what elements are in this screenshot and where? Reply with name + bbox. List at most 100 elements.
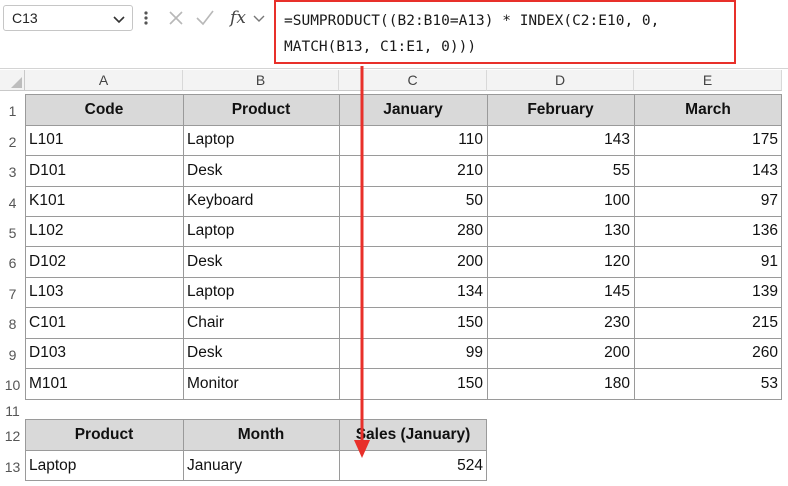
row-header-10[interactable]: 10 bbox=[0, 368, 25, 399]
table-cell[interactable]: Chair bbox=[183, 307, 339, 338]
table-cell[interactable]: Keyboard bbox=[183, 186, 339, 216]
column-header-d[interactable]: D bbox=[487, 70, 634, 91]
select-all-corner[interactable] bbox=[0, 70, 25, 91]
table-cell[interactable]: 524 bbox=[339, 450, 487, 481]
table-cell[interactable]: 280 bbox=[339, 216, 487, 246]
column-header-b[interactable]: B bbox=[183, 70, 339, 91]
row-header-1[interactable]: 1 bbox=[0, 91, 25, 125]
table-cell[interactable]: L101 bbox=[25, 125, 183, 155]
table-cell[interactable]: 210 bbox=[339, 155, 487, 186]
table-cell[interactable]: 53 bbox=[634, 368, 782, 399]
table-cell[interactable]: 180 bbox=[487, 368, 634, 399]
table-cell[interactable]: 110 bbox=[339, 125, 487, 155]
table-cell[interactable]: 134 bbox=[339, 277, 487, 307]
table-cell[interactable]: Desk bbox=[183, 338, 339, 368]
column-header-e[interactable]: E bbox=[634, 70, 782, 91]
column-header-a[interactable]: A bbox=[25, 70, 183, 91]
data-table: Code Product January February March L101 Lapto… bbox=[25, 94, 782, 400]
table-cell[interactable]: 91 bbox=[634, 246, 782, 277]
row-header-9[interactable]: 9 bbox=[0, 338, 25, 368]
row-header-3[interactable]: 3 bbox=[0, 155, 25, 186]
formula-buttons: fx bbox=[159, 5, 267, 31]
table-cell[interactable]: 260 bbox=[634, 338, 782, 368]
table-cell[interactable]: 50 bbox=[339, 186, 487, 216]
cancel-icon[interactable] bbox=[167, 9, 185, 27]
table-cell[interactable]: Laptop bbox=[25, 450, 183, 481]
table-cell[interactable]: Desk bbox=[183, 246, 339, 277]
table-cell[interactable]: 150 bbox=[339, 368, 487, 399]
table-cell[interactable]: Laptop bbox=[183, 216, 339, 246]
table-cell[interactable]: Laptop bbox=[183, 277, 339, 307]
table-cell[interactable]: Desk bbox=[183, 155, 339, 186]
insert-function-icon[interactable]: fx bbox=[225, 6, 251, 30]
row-header-13[interactable]: 13 bbox=[0, 450, 25, 481]
enter-check-icon[interactable] bbox=[195, 9, 215, 27]
table-cell[interactable]: K101 bbox=[25, 186, 183, 216]
grid-line bbox=[25, 246, 782, 247]
grid-line bbox=[25, 94, 782, 95]
row-header-12[interactable]: 12 bbox=[0, 419, 25, 450]
formula-input[interactable]: =SUMPRODUCT((B2:B10=A13) * INDEX(C2:E10,… bbox=[274, 0, 736, 64]
column-header-c[interactable]: C bbox=[339, 70, 487, 91]
table-cell[interactable]: Monitor bbox=[183, 368, 339, 399]
grid-line bbox=[25, 399, 782, 400]
row-header-8[interactable]: 8 bbox=[0, 307, 25, 338]
row-header-4[interactable]: 4 bbox=[0, 186, 25, 216]
grid-line bbox=[25, 155, 782, 156]
row-header-5[interactable]: 5 bbox=[0, 216, 25, 246]
table-cell[interactable]: 55 bbox=[487, 155, 634, 186]
grid-line bbox=[25, 368, 782, 369]
row-header-6[interactable]: 6 bbox=[0, 246, 25, 277]
table-cell[interactable]: D101 bbox=[25, 155, 183, 186]
table-cell[interactable]: 145 bbox=[487, 277, 634, 307]
name-box[interactable]: C13 bbox=[3, 5, 133, 31]
table-header-cell[interactable]: January bbox=[339, 94, 487, 125]
row-header-2[interactable]: 2 bbox=[0, 125, 25, 155]
table-cell[interactable]: M101 bbox=[25, 368, 183, 399]
table-cell[interactable]: 100 bbox=[487, 186, 634, 216]
row-header-7[interactable]: 7 bbox=[0, 277, 25, 307]
grid-line bbox=[25, 419, 487, 420]
table-cell[interactable]: D103 bbox=[25, 338, 183, 368]
table-header-cell[interactable]: Sales (January) bbox=[339, 419, 487, 450]
chevron-down-icon[interactable] bbox=[253, 12, 265, 24]
name-box-value: C13 bbox=[12, 10, 38, 26]
grid-line bbox=[339, 94, 340, 399]
grid-line bbox=[25, 450, 487, 451]
grid-line bbox=[25, 338, 782, 339]
table-cell[interactable]: 97 bbox=[634, 186, 782, 216]
table-cell[interactable]: C101 bbox=[25, 307, 183, 338]
grid-line bbox=[25, 480, 487, 481]
chevron-down-icon bbox=[113, 16, 125, 24]
table-cell[interactable]: 175 bbox=[634, 125, 782, 155]
grid-line bbox=[25, 216, 782, 217]
table-cell[interactable]: 130 bbox=[487, 216, 634, 246]
table-cell[interactable]: 215 bbox=[634, 307, 782, 338]
row-header-11[interactable]: 11 bbox=[0, 399, 25, 419]
table-cell[interactable]: 136 bbox=[634, 216, 782, 246]
table-cell[interactable]: 150 bbox=[339, 307, 487, 338]
table-cell[interactable]: 139 bbox=[634, 277, 782, 307]
grid-line bbox=[781, 94, 782, 399]
table-cell[interactable]: 120 bbox=[487, 246, 634, 277]
table-cell[interactable]: 99 bbox=[339, 338, 487, 368]
table-cell[interactable]: 143 bbox=[487, 125, 634, 155]
table-header-cell[interactable]: March bbox=[634, 94, 782, 125]
table-cell[interactable]: Laptop bbox=[183, 125, 339, 155]
table-header-cell[interactable]: Product bbox=[25, 419, 183, 450]
table-cell[interactable]: D102 bbox=[25, 246, 183, 277]
table-cell[interactable]: 200 bbox=[339, 246, 487, 277]
table-cell[interactable]: L103 bbox=[25, 277, 183, 307]
table-cell[interactable]: 200 bbox=[487, 338, 634, 368]
table-cell[interactable]: L102 bbox=[25, 216, 183, 246]
divider bbox=[0, 68, 788, 69]
more-options-icon[interactable] bbox=[140, 7, 152, 29]
table-cell[interactable]: January bbox=[183, 450, 339, 481]
table-cell[interactable]: 230 bbox=[487, 307, 634, 338]
table-header-cell[interactable]: Month bbox=[183, 419, 339, 450]
table-cell[interactable]: 143 bbox=[634, 155, 782, 186]
table-header-cell[interactable]: February bbox=[487, 94, 634, 125]
grid-line bbox=[25, 307, 782, 308]
table-header-cell[interactable]: Code bbox=[25, 94, 183, 125]
table-header-cell[interactable]: Product bbox=[183, 94, 339, 125]
